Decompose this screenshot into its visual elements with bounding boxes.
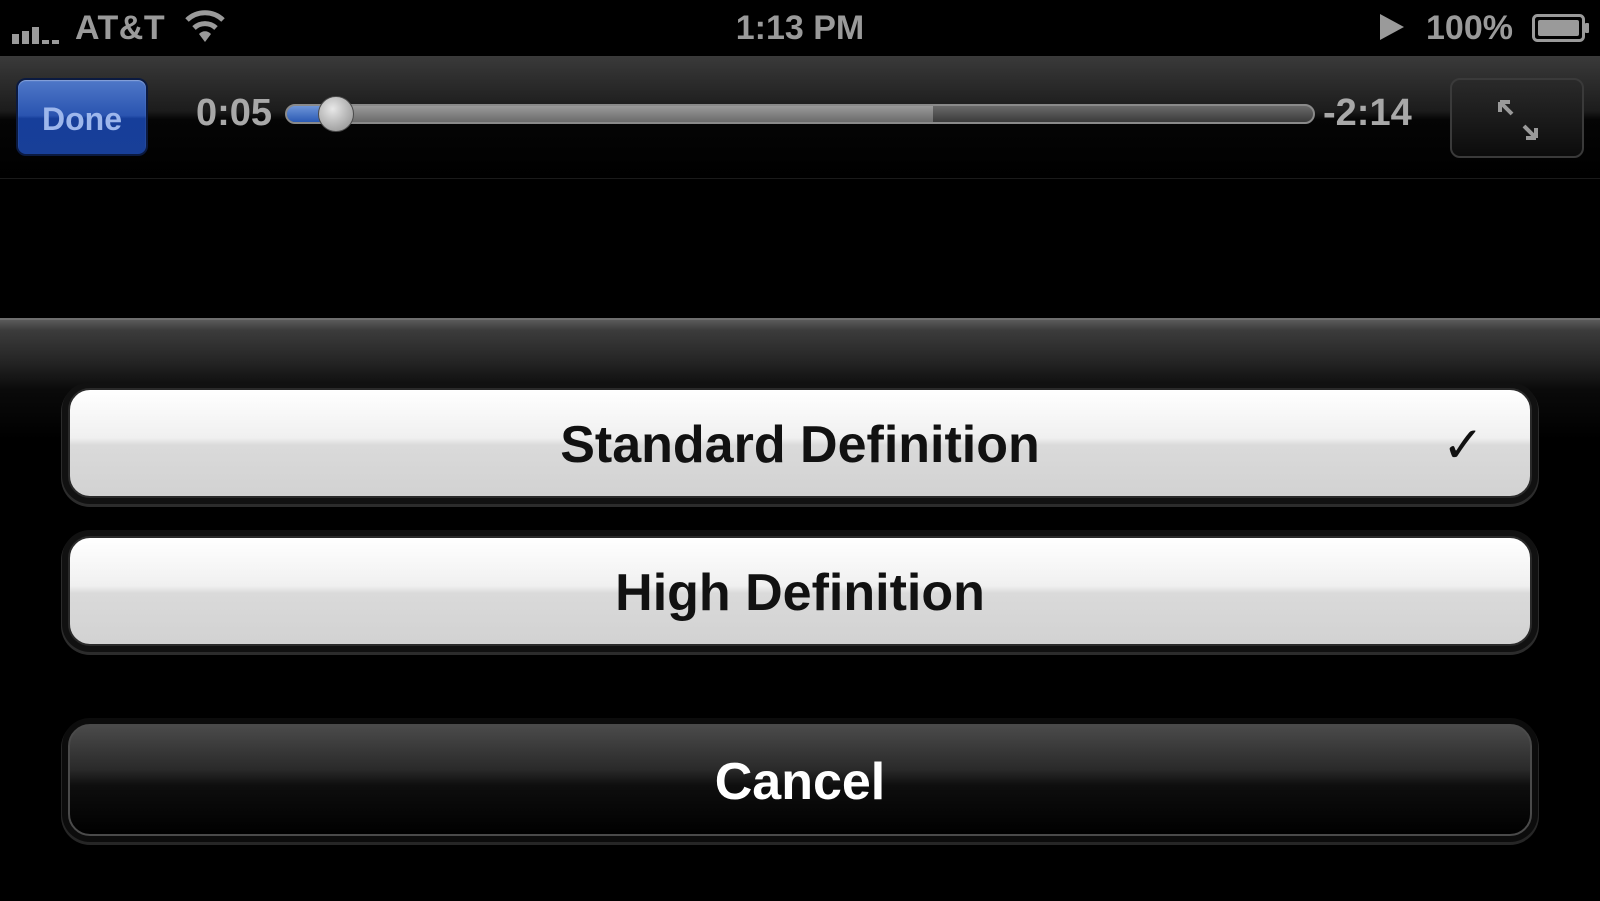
- scrubber-thumb[interactable]: [318, 96, 355, 132]
- battery-percent: 100%: [1426, 9, 1513, 47]
- standard-definition-option[interactable]: Standard Definition ✓: [68, 388, 1532, 498]
- buffered-progress: [287, 106, 934, 122]
- done-button[interactable]: Done: [16, 78, 148, 156]
- quality-action-sheet: Standard Definition ✓ High Definition Ca…: [0, 318, 1600, 901]
- scrubber-track[interactable]: [285, 104, 1315, 124]
- playback-toolbar: Done 0:05 -2:14: [0, 56, 1600, 179]
- exit-fullscreen-button[interactable]: [1450, 78, 1584, 158]
- checkmark-icon: ✓: [1442, 417, 1484, 473]
- battery-icon: [1532, 14, 1589, 42]
- status-time: 1:13 PM: [735, 9, 865, 47]
- high-definition-option[interactable]: High Definition: [68, 536, 1532, 646]
- remaining-time: -2:14: [1323, 92, 1412, 134]
- cancel-button[interactable]: Cancel: [68, 724, 1532, 836]
- exit-fullscreen-icon: [1498, 100, 1538, 140]
- video-player-screen: AT&T 1:13 PM 100% Done 0:05 -2:14 Standa…: [0, 0, 1600, 901]
- option-label: High Definition: [615, 564, 985, 622]
- elapsed-time: 0:05: [196, 92, 273, 134]
- status-bar: AT&T 1:13 PM 100%: [0, 0, 1600, 56]
- option-label: Standard Definition: [560, 416, 1040, 474]
- play-icon: [1380, 14, 1404, 40]
